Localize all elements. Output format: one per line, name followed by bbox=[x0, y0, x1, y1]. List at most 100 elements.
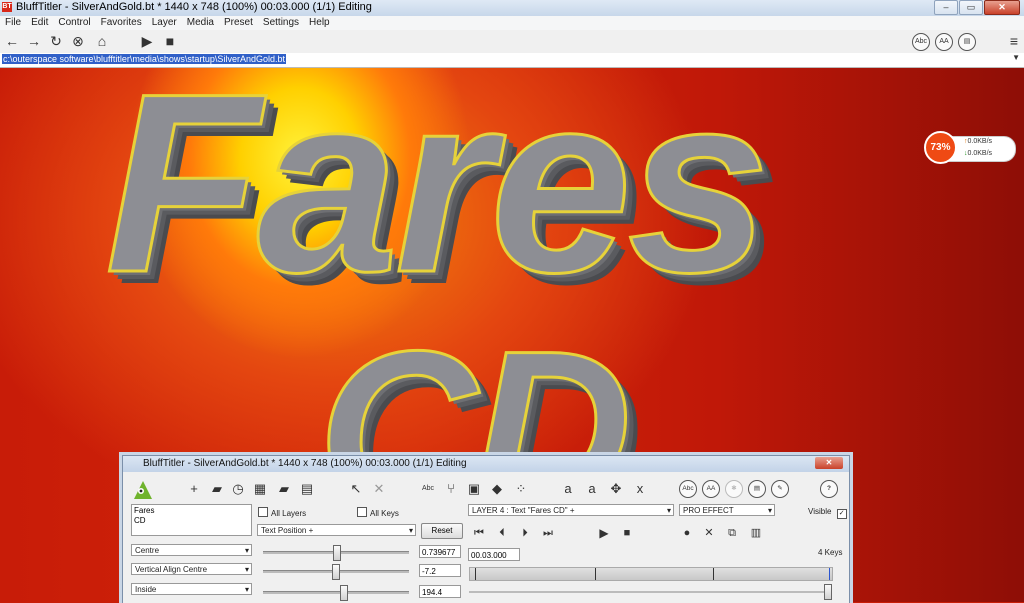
menu-help[interactable]: Help bbox=[304, 16, 335, 30]
branch-icon[interactable]: ⑂ bbox=[442, 480, 460, 498]
play-icon[interactable]: ▶ bbox=[137, 32, 157, 50]
menu-bar: File Edit Control Favorites Layer Media … bbox=[0, 16, 1024, 30]
delete-key-icon[interactable]: ✕ bbox=[700, 524, 718, 542]
step-back-icon[interactable]: ⏴ bbox=[493, 524, 511, 542]
effect-dropdown[interactable]: PRO EFFECT bbox=[679, 504, 775, 517]
stop-icon[interactable]: ⊗ bbox=[68, 32, 88, 50]
panel-close-button[interactable]: ✕ bbox=[815, 457, 843, 469]
align-dropdown[interactable]: Centre bbox=[131, 544, 252, 557]
close-x-icon[interactable]: ✕ bbox=[370, 480, 388, 498]
text-aa-button[interactable]: AA bbox=[935, 33, 953, 51]
all-keys-label: All Keys bbox=[370, 509, 399, 518]
text-a-icon[interactable]: a bbox=[559, 480, 577, 498]
disabled-tool-icon: ✱ bbox=[725, 480, 743, 498]
stop-square-icon[interactable]: ■ bbox=[160, 32, 180, 50]
menu-settings[interactable]: Settings bbox=[258, 16, 304, 30]
menu-favorites[interactable]: Favorites bbox=[96, 16, 147, 30]
copy-key-icon[interactable]: ⧉ bbox=[723, 524, 741, 542]
timeline-track[interactable] bbox=[469, 567, 833, 581]
timeline-playhead[interactable] bbox=[829, 568, 830, 580]
window-title: BluffTitler - SilverAndGold.bt * 1440 x … bbox=[16, 1, 372, 13]
shape-icon[interactable]: ◆ bbox=[488, 480, 506, 498]
cursor-icon[interactable]: ↖ bbox=[347, 480, 365, 498]
text-tool-abc[interactable]: Abc bbox=[419, 480, 437, 498]
value-field-3[interactable]: 194.4 bbox=[419, 585, 461, 598]
add-layer-icon[interactable]: + bbox=[185, 480, 203, 498]
delete-text-icon[interactable]: x bbox=[631, 480, 649, 498]
image-icon[interactable]: ▣ bbox=[465, 480, 483, 498]
slider-thumb[interactable] bbox=[824, 584, 832, 600]
slider-thumb[interactable] bbox=[340, 585, 348, 601]
skip-start-icon[interactable]: ⏮ bbox=[470, 524, 488, 542]
slider-thumb[interactable] bbox=[332, 564, 340, 580]
film-icon[interactable]: ▤ bbox=[298, 480, 316, 498]
visible-checkbox[interactable]: Visible ✓ bbox=[808, 507, 847, 519]
vertical-align-dropdown[interactable]: Vertical Align Centre bbox=[131, 563, 252, 576]
save-folder-icon[interactable]: ▰ bbox=[275, 480, 293, 498]
upload-speed-value: 0.0KB/s bbox=[967, 138, 993, 145]
app-logo-icon: BT bbox=[2, 2, 12, 12]
refresh-icon[interactable]: ↻ bbox=[46, 32, 66, 50]
control-panel-window: BluffTitler - SilverAndGold.bt * 1440 x … bbox=[122, 455, 850, 603]
menu-control[interactable]: Control bbox=[53, 16, 95, 30]
close-button[interactable]: ✕ bbox=[984, 0, 1020, 15]
layers-icon[interactable]: ▦ bbox=[251, 480, 269, 498]
maximize-button[interactable]: ▭ bbox=[959, 0, 983, 15]
chevron-down-icon[interactable]: ▼ bbox=[1012, 53, 1020, 62]
panel-abc-button[interactable]: Abc bbox=[679, 480, 697, 498]
address-bar[interactable]: c:\outerspace software\blufftitler\media… bbox=[0, 53, 1024, 68]
value-field-1[interactable]: 0.739677 bbox=[419, 545, 461, 558]
value-slider-1[interactable] bbox=[263, 545, 409, 561]
reset-button[interactable]: Reset bbox=[421, 523, 463, 539]
particles-icon[interactable]: ⁘ bbox=[512, 480, 530, 498]
menu-edit[interactable]: Edit bbox=[26, 16, 53, 30]
menu-file[interactable]: File bbox=[0, 16, 26, 30]
minimize-button[interactable]: ‒ bbox=[934, 0, 958, 15]
trash-icon[interactable]: ▥ bbox=[747, 524, 765, 542]
value-slider-3[interactable] bbox=[263, 585, 409, 601]
property-dropdown[interactable]: Text Position + bbox=[257, 524, 416, 537]
address-path[interactable]: c:\outerspace software\blufftitler\media… bbox=[2, 54, 286, 64]
hamburger-menu-icon[interactable]: ≡ bbox=[1004, 32, 1024, 50]
layer-select-dropdown[interactable]: LAYER 4 : Text "Fares CD" + bbox=[468, 504, 674, 517]
list-item[interactable]: Fares bbox=[134, 506, 249, 516]
panel-play-icon[interactable]: ▶ bbox=[595, 524, 613, 542]
visible-check-icon[interactable]: ✓ bbox=[836, 509, 847, 519]
download-speed-value: 0.0KB/s bbox=[967, 150, 993, 157]
value-field-2[interactable]: -7.2 bbox=[419, 564, 461, 577]
puzzle-icon[interactable]: ✥ bbox=[607, 480, 625, 498]
slider-thumb[interactable] bbox=[333, 545, 341, 561]
clock-icon[interactable]: ◷ bbox=[229, 480, 247, 498]
timeline-key-marker[interactable] bbox=[475, 568, 476, 580]
bottom-slider[interactable] bbox=[469, 584, 832, 600]
menu-media[interactable]: Media bbox=[182, 16, 219, 30]
pen-icon[interactable]: ✎ bbox=[771, 480, 789, 498]
text-a-dots-icon[interactable]: a bbox=[583, 480, 601, 498]
outline-dropdown[interactable]: Inside bbox=[131, 583, 252, 596]
visible-label: Visible bbox=[808, 507, 832, 516]
panel-stop-icon[interactable]: ■ bbox=[618, 524, 636, 542]
time-field[interactable]: 00.03.000 bbox=[468, 548, 520, 561]
skip-end-icon[interactable]: ⏭ bbox=[539, 524, 557, 542]
menu-preset[interactable]: Preset bbox=[219, 16, 258, 30]
value-slider-2[interactable] bbox=[263, 564, 409, 580]
text-abc-button[interactable]: Abc bbox=[912, 33, 930, 51]
timeline-key-marker[interactable] bbox=[595, 568, 596, 580]
list-item[interactable]: CD bbox=[134, 516, 249, 526]
layer-list[interactable]: Fares CD bbox=[131, 504, 252, 536]
all-keys-checkbox[interactable]: All Keys bbox=[357, 507, 399, 518]
document-icon[interactable]: ▤ bbox=[958, 33, 976, 51]
record-icon[interactable]: ● bbox=[678, 524, 696, 542]
forward-arrow-icon[interactable]: → bbox=[24, 32, 44, 50]
help-icon[interactable]: ? bbox=[820, 480, 838, 498]
panel-titlebar[interactable]: BluffTitler - SilverAndGold.bt * 1440 x … bbox=[123, 456, 849, 472]
step-forward-icon[interactable]: ⏵ bbox=[516, 524, 534, 542]
timeline-key-marker[interactable] bbox=[713, 568, 714, 580]
back-arrow-icon[interactable]: ← bbox=[2, 32, 22, 50]
home-icon[interactable]: ⌂ bbox=[92, 32, 112, 50]
panel-document-icon[interactable]: ▤ bbox=[748, 480, 766, 498]
panel-aa-button[interactable]: AA bbox=[702, 480, 720, 498]
all-layers-checkbox[interactable]: All Layers bbox=[258, 507, 306, 518]
open-folder-icon[interactable]: ▰ bbox=[208, 480, 226, 498]
menu-layer[interactable]: Layer bbox=[147, 16, 182, 30]
